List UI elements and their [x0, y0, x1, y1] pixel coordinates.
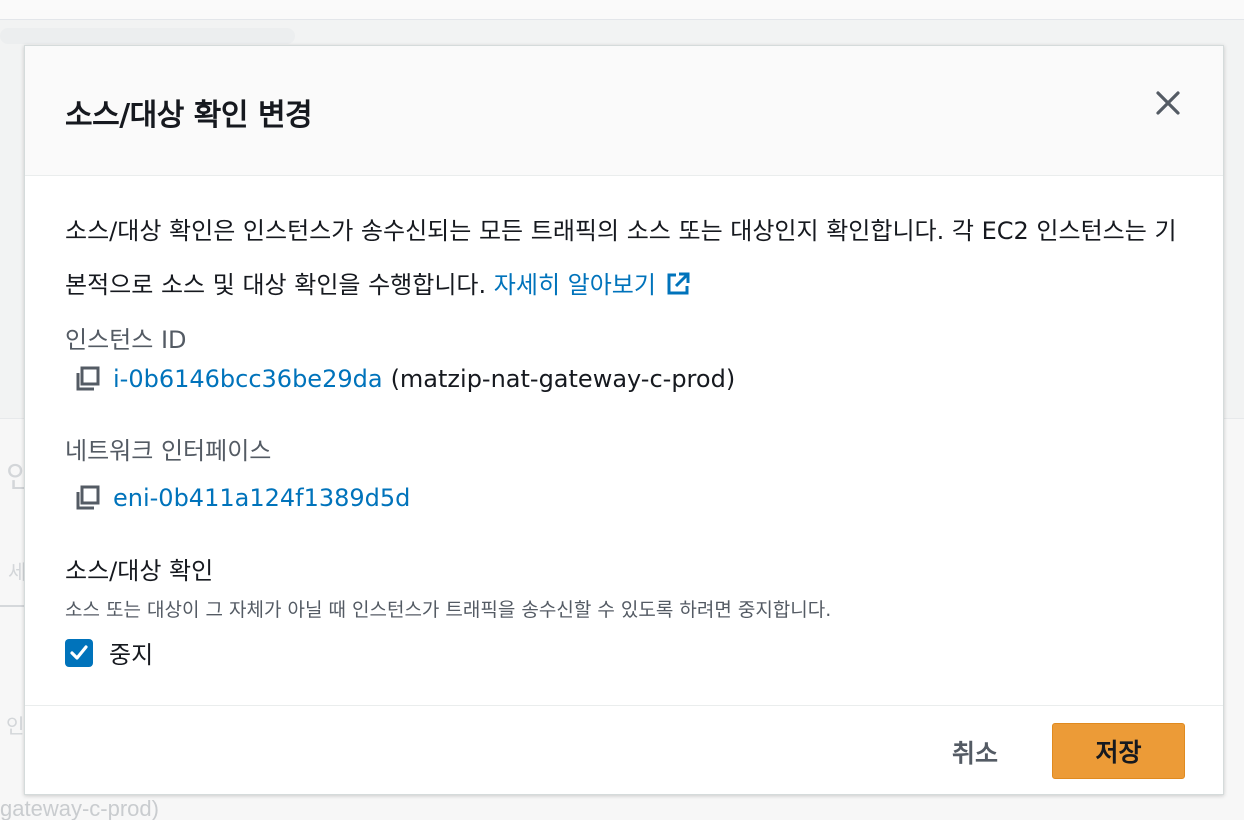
- modal-title: 소스/대상 확인 변경: [65, 98, 313, 133]
- source-dest-check-help: 소스 또는 대상이 그 자체가 아닐 때 인스턴스가 트래픽을 송수신할 수 있…: [65, 599, 832, 621]
- source-dest-check-modal: 소스/대상 확인 변경 소스/대상 확인은 인스턴스가 송수신되는 모든 트래픽…: [24, 45, 1224, 795]
- instance-name: (matzip-nat-gateway-c-prod): [390, 365, 736, 393]
- stop-checkbox-label: 중지: [109, 641, 154, 669]
- network-interface-row: eni-0b411a124f1389d5d: [73, 483, 410, 513]
- modal-description: 소스/대상 확인은 인스턴스가 송수신되는 모든 트래픽의 소스 또는 대상인지…: [65, 204, 1185, 312]
- network-interface-label: 네트워크 인터페이스: [65, 437, 272, 465]
- instance-id-label: 인스턴스 ID: [65, 326, 187, 354]
- copy-icon[interactable]: [73, 483, 103, 513]
- background-text-fragment: 인: [6, 714, 25, 738]
- network-interface-link[interactable]: eni-0b411a124f1389d5d: [113, 484, 410, 512]
- background-divider: [0, 605, 24, 607]
- save-button[interactable]: 저장: [1052, 723, 1185, 779]
- background-top-bar: [0, 0, 1244, 20]
- copy-icon[interactable]: [73, 364, 103, 394]
- stop-checkbox[interactable]: [65, 638, 93, 667]
- checkmark-icon: [70, 644, 88, 660]
- instance-id-link[interactable]: i-0b6146bcc36be29da: [113, 365, 383, 393]
- stop-checkbox-row[interactable]: 중지: [65, 635, 153, 670]
- background-footer-text: gateway-c-prod): [0, 796, 159, 820]
- source-dest-check-label: 소스/대상 확인: [65, 557, 214, 585]
- modal-header: 소스/대상 확인 변경: [25, 46, 1223, 176]
- instance-id-row: i-0b6146bcc36be29da (matzip-nat-gateway-…: [73, 364, 735, 394]
- learn-more-link[interactable]: 자세히 알아보기: [494, 271, 692, 299]
- learn-more-link-label: 자세히 알아보기: [493, 271, 656, 299]
- modal-footer: 취소 저장: [25, 705, 1223, 795]
- cancel-button[interactable]: 취소: [935, 732, 1015, 772]
- close-icon[interactable]: [1151, 86, 1185, 120]
- external-link-icon: [667, 272, 690, 295]
- background-placeholder: [0, 28, 295, 44]
